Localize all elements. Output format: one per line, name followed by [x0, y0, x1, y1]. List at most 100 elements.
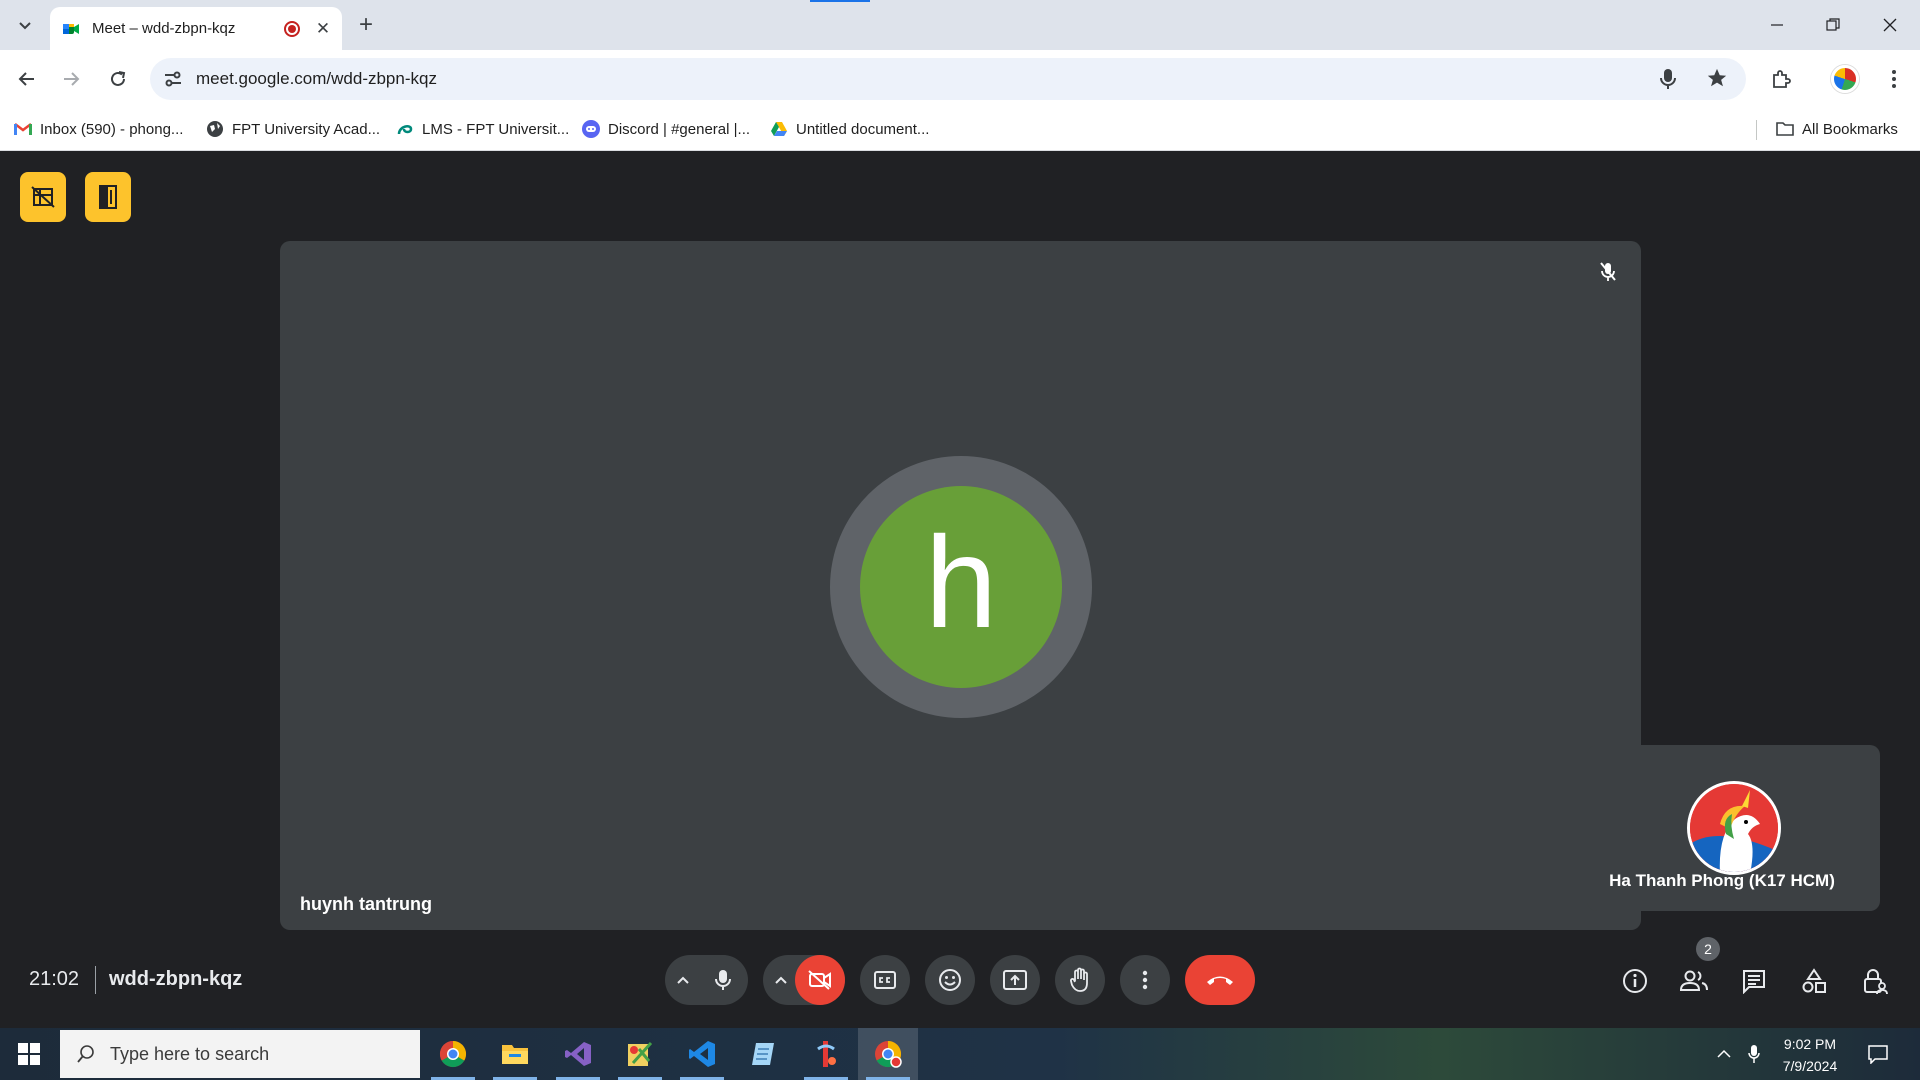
bookmark-label: Untitled document... [796, 120, 930, 138]
taskbar-search-placeholder: Type here to search [110, 1043, 270, 1064]
browser-tab[interactable]: Meet – wdd-zbpn-kqz ✕ [50, 7, 342, 50]
puzzle-icon [1773, 70, 1791, 88]
self-participant-tile[interactable]: Ha Thanh Phong (K17 HCM) [1587, 745, 1880, 911]
microphone-icon [1748, 1045, 1760, 1063]
bookmark-label: Discord | #general |... [608, 120, 751, 138]
meet-stage: h huynh tantrung Ha Thanh Phong (K17 HCM… [0, 151, 1920, 1028]
bookmark-gmail[interactable]: Inbox (590) - phong... [14, 116, 183, 142]
bookmark-drive-doc[interactable]: Untitled document... [770, 116, 929, 142]
activities-button[interactable] [1798, 965, 1830, 997]
bookmark-label: Inbox (590) - phong... [40, 120, 184, 138]
restore-button[interactable] [1810, 8, 1856, 42]
arrow-right-icon [64, 72, 80, 86]
all-bookmarks-button[interactable]: All Bookmarks [1776, 116, 1898, 142]
minimize-button[interactable] [1754, 8, 1800, 42]
site-info-icon[interactable] [162, 68, 184, 90]
audio-options-button[interactable] [671, 968, 695, 992]
windows-logo-icon [18, 1043, 40, 1065]
meeting-time: 21:02 [29, 968, 80, 990]
browser-toolbar: meet.google.com/wdd-zbpn-kqz [0, 50, 1920, 108]
bookmark-label: LMS - FPT Universit... [422, 120, 570, 138]
file-explorer-icon [502, 1045, 528, 1064]
chat-button[interactable] [1738, 965, 1770, 997]
leave-call-button[interactable] [1185, 955, 1255, 1005]
people-icon [1679, 970, 1708, 991]
tray-microphone-button[interactable] [1743, 1042, 1765, 1066]
meeting-controls-bar: 21:02 wdd-zbpn-kqz 2 [0, 930, 1920, 1028]
chrome-icon [439, 1040, 467, 1068]
captions-button[interactable] [860, 955, 910, 1005]
chrome-profile-icon [875, 1040, 902, 1068]
main-participant-tile[interactable]: h huynh tantrung [280, 241, 1641, 930]
taskbar-app-vscode[interactable] [672, 1028, 732, 1080]
profile-button[interactable] [1829, 63, 1861, 95]
folder-icon [1776, 120, 1794, 138]
reload-icon [111, 71, 126, 86]
new-tab-button[interactable]: + [352, 12, 380, 40]
host-controls-button[interactable] [1859, 965, 1891, 997]
chevron-up-icon [775, 976, 787, 984]
more-options-button[interactable] [1120, 955, 1170, 1005]
taskbar-search-box[interactable]: Type here to search [60, 1030, 420, 1078]
close-icon [1883, 18, 1897, 32]
microphone-icon[interactable] [1660, 68, 1676, 95]
taskbar-app-notepad[interactable] [734, 1028, 794, 1080]
chevron-up-icon [1717, 1049, 1731, 1058]
minimize-icon [1771, 24, 1783, 26]
vscode-icon [689, 1041, 715, 1067]
emoji-icon [939, 969, 961, 991]
camera-off-icon [808, 970, 831, 990]
reload-button[interactable] [102, 63, 134, 95]
search-icon [77, 1045, 94, 1063]
unicorn-avatar-icon [1690, 784, 1778, 872]
hand-icon [1070, 967, 1088, 992]
bookmark-lms[interactable]: LMS - FPT Universit... [396, 116, 569, 142]
grid-off-icon [31, 186, 55, 208]
raise-hand-button[interactable] [1055, 955, 1105, 1005]
tab-strip-accent [810, 0, 870, 2]
forward-button[interactable] [55, 63, 87, 95]
extension-tool-button-1[interactable] [20, 172, 66, 222]
bookmarks-bar: Inbox (590) - phong... FPT University Ac… [0, 108, 1920, 151]
taskbar-app-chrome-active[interactable] [858, 1028, 918, 1080]
chevron-down-icon [19, 22, 31, 30]
present-icon [1003, 970, 1027, 990]
url-text[interactable]: meet.google.com/wdd-zbpn-kqz [196, 69, 437, 89]
lms-icon [396, 120, 414, 138]
close-window-button[interactable] [1867, 8, 1913, 42]
camera-button[interactable] [795, 955, 845, 1005]
all-bookmarks-label: All Bookmarks [1802, 120, 1898, 138]
visual-studio-icon [565, 1042, 591, 1066]
tab-title: Meet – wdd-zbpn-kqz [92, 20, 236, 37]
start-button[interactable] [0, 1028, 58, 1080]
taskbar-clock[interactable]: 9:02 PM 7/9/2024 [1770, 1033, 1850, 1077]
present-screen-button[interactable] [990, 955, 1040, 1005]
hang-up-icon [1207, 976, 1233, 985]
door-icon [99, 185, 117, 209]
taskbar-app-file-explorer[interactable] [485, 1028, 545, 1080]
meeting-details-button[interactable] [1619, 965, 1651, 997]
video-options-button[interactable] [769, 968, 793, 992]
microphone-button[interactable] [698, 955, 748, 1005]
action-center-button[interactable] [1867, 1042, 1889, 1066]
tray-overflow-button[interactable] [1713, 1042, 1735, 1066]
bookmark-discord[interactable]: Discord | #general |... [582, 116, 750, 142]
taskbar-app-tool[interactable] [610, 1028, 670, 1080]
reactions-button[interactable] [925, 955, 975, 1005]
close-tab-icon[interactable]: ✕ [314, 19, 332, 38]
taskbar-app-visual-studio[interactable] [548, 1028, 608, 1080]
bookmark-star-icon[interactable] [1706, 67, 1728, 94]
taskbar-app-chrome[interactable] [423, 1028, 483, 1080]
people-button[interactable] [1678, 965, 1710, 997]
participant-avatar: h [860, 486, 1062, 688]
back-button[interactable] [11, 63, 43, 95]
globe-icon [206, 120, 224, 138]
chrome-menu-button[interactable] [1878, 63, 1910, 95]
taskbar-app-tool-2[interactable] [796, 1028, 856, 1080]
address-bar[interactable]: meet.google.com/wdd-zbpn-kqz [150, 58, 1746, 100]
shapes-icon [1802, 968, 1826, 993]
extensions-button[interactable] [1765, 63, 1797, 95]
tab-search-button[interactable] [12, 13, 38, 39]
extension-tool-button-2[interactable] [85, 172, 131, 222]
bookmark-fpt-academic[interactable]: FPT University Acad... [206, 116, 380, 142]
